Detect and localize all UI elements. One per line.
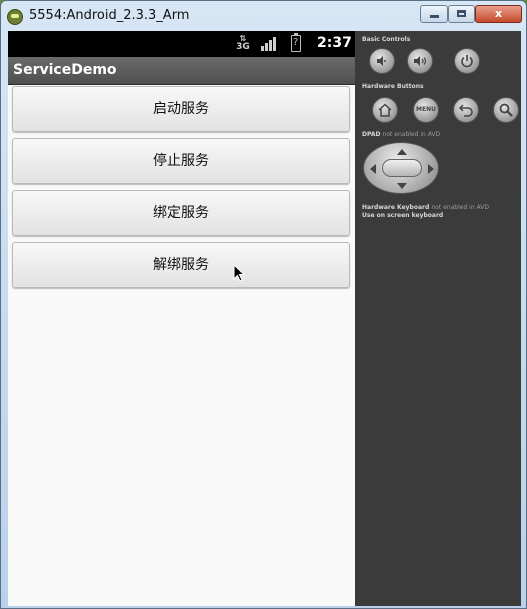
bind-service-button[interactable]: 绑定服务 xyxy=(12,190,350,236)
battery-icon xyxy=(291,33,301,52)
dpad-center-button[interactable] xyxy=(382,159,422,177)
emulator-client-area: ⇅3G 2:37 ServiceDemo 启动服务 停止服务 绑定服务 解绑服务… xyxy=(8,31,521,606)
menu-button-label: MENU xyxy=(416,106,436,113)
volume-down-icon xyxy=(377,56,386,66)
volume-down-button[interactable] xyxy=(369,48,395,74)
dpad-up-icon[interactable] xyxy=(397,149,407,155)
app-title: ServiceDemo xyxy=(13,62,117,78)
maximize-button[interactable] xyxy=(448,5,475,23)
emulator-controls-panel: Basic Controls Hardware Buttons MENU DPA… xyxy=(355,31,521,606)
close-button[interactable]: x xyxy=(475,5,522,23)
power-button[interactable] xyxy=(454,48,480,74)
close-icon: x xyxy=(494,7,503,20)
emulator-app-icon xyxy=(7,9,23,25)
signal-icon xyxy=(261,37,279,51)
dpad-left-icon[interactable] xyxy=(370,164,376,174)
menu-button[interactable]: MENU xyxy=(413,97,439,123)
search-button[interactable] xyxy=(493,97,519,123)
stop-service-button[interactable]: 停止服务 xyxy=(12,138,350,184)
unbind-service-button[interactable]: 解绑服务 xyxy=(12,242,350,288)
search-icon xyxy=(499,103,513,117)
dpad-label: DPAD not enabled in AVD xyxy=(362,131,441,138)
dpad[interactable] xyxy=(363,142,439,194)
status-time: 2:37 xyxy=(317,35,352,51)
dpad-right-icon[interactable] xyxy=(428,164,434,174)
keyboard-hint: Use on screen keyboard xyxy=(362,212,444,219)
volume-up-button[interactable] xyxy=(407,48,433,74)
hardware-buttons-label: Hardware Buttons xyxy=(362,83,424,90)
status-bar: ⇅3G 2:37 xyxy=(8,31,355,57)
app-title-bar: ServiceDemo xyxy=(8,57,355,85)
window-title: 5554:Android_2.3.3_Arm xyxy=(29,8,190,23)
home-button[interactable] xyxy=(372,97,398,123)
back-button[interactable] xyxy=(453,97,479,123)
maximize-icon xyxy=(457,10,466,17)
volume-up-icon xyxy=(414,56,427,66)
start-service-button[interactable]: 启动服务 xyxy=(12,86,350,132)
minimize-button[interactable] xyxy=(420,5,448,23)
keyboard-label: Hardware Keyboard not enabled in AVD xyxy=(362,204,489,211)
home-icon xyxy=(378,103,392,117)
dpad-down-icon[interactable] xyxy=(397,183,407,189)
basic-controls-label: Basic Controls xyxy=(362,36,411,43)
minimize-icon xyxy=(429,15,439,18)
back-icon xyxy=(458,104,473,117)
device-screen[interactable]: ⇅3G 2:37 ServiceDemo 启动服务 停止服务 绑定服务 解绑服务 xyxy=(8,31,355,606)
emulator-window: 5554:Android_2.3.3_Arm x ⇅3G 2:37 Servic… xyxy=(0,0,527,609)
power-icon xyxy=(461,55,473,68)
title-bar[interactable]: 5554:Android_2.3.3_Arm x xyxy=(1,1,526,31)
network-3g-icon: ⇅ 3G xyxy=(236,34,250,52)
